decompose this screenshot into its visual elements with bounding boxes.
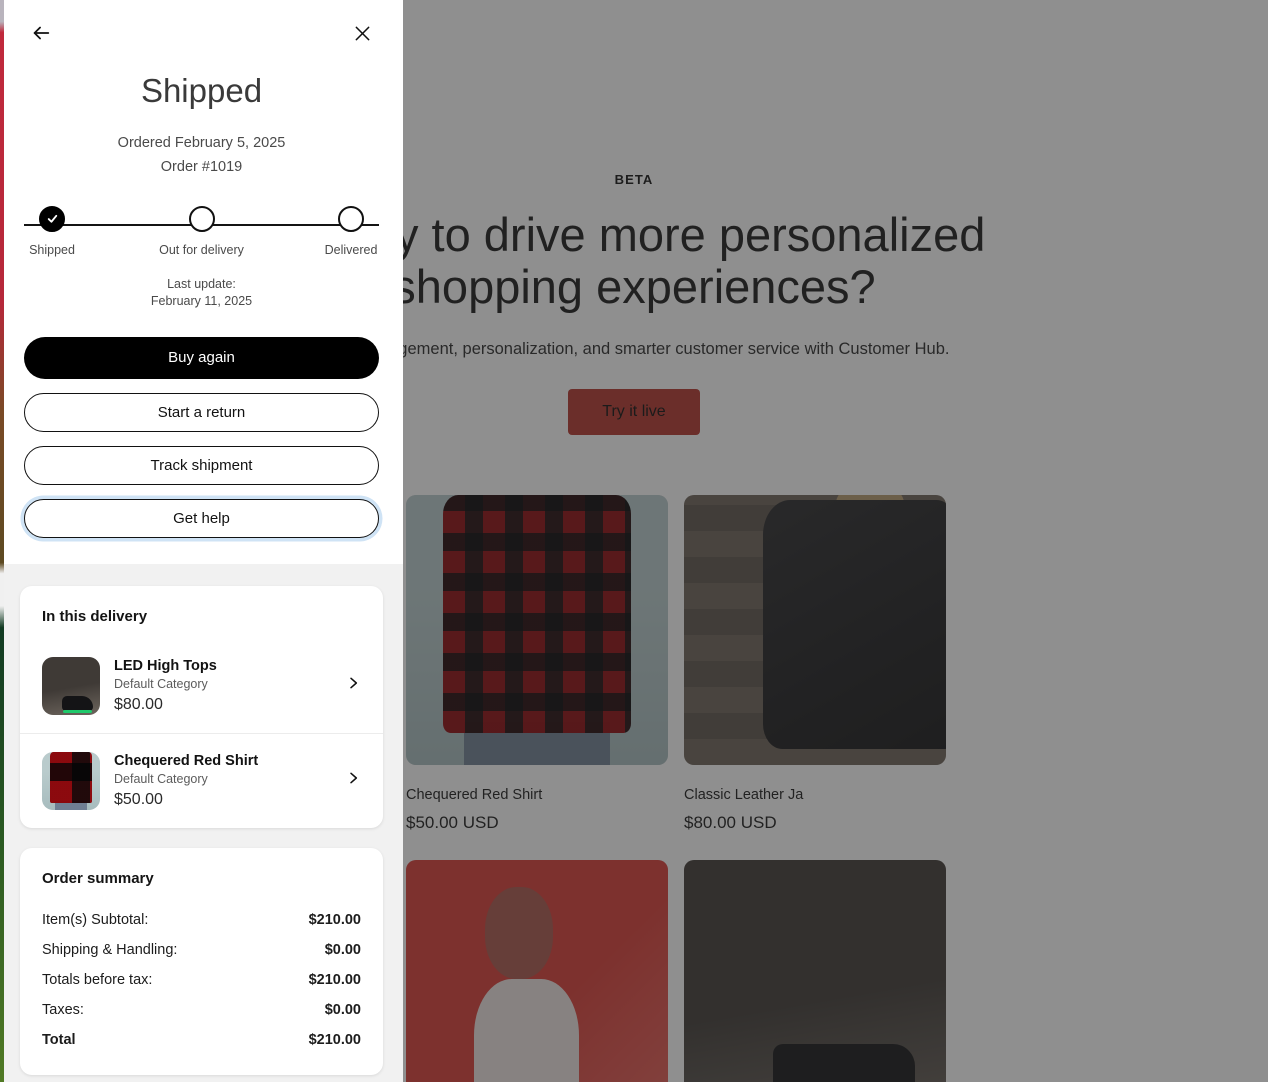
delivery-card-title: In this delivery (42, 607, 148, 625)
last-update-date: February 11, 2025 (150, 294, 253, 309)
order-summary-card: Order summary Item(s) Subtotal: $210.00 … (20, 847, 383, 1075)
summary-label: Taxes: (42, 1001, 84, 1018)
summary-value: $210.00 (308, 971, 361, 988)
item-price: $80.00 (114, 695, 163, 713)
summary-row: Item(s) Subtotal: $210.00 (42, 905, 361, 935)
tracker-dot-completed (39, 205, 65, 232)
close-button[interactable] (345, 16, 379, 50)
panel-header-section: Shipped Ordered February 5, 2025 Order #… (0, 0, 403, 564)
summary-label: Item(s) Subtotal: (42, 911, 149, 928)
item-category: Default Category (114, 771, 208, 786)
summary-row: Totals before tax: $210.00 (42, 965, 361, 995)
summary-row-total: Total $210.00 (42, 1025, 361, 1055)
app-root: BETA Ready to drive more personalized sh… (0, 0, 1268, 1082)
get-help-button[interactable]: Get help (24, 498, 379, 538)
item-info: Chequered Red Shirt Default Category $50… (114, 753, 331, 809)
tracker-step-label: Out for delivery (159, 242, 244, 257)
list-item[interactable]: Chequered Red Shirt Default Category $50… (20, 732, 383, 828)
buy-again-button[interactable]: Buy again (24, 336, 379, 379)
summary-label: Totals before tax: (42, 971, 153, 988)
panel-scroll-body: In this delivery LED High Tops Default C… (0, 563, 403, 1082)
summary-value: $210.00 (308, 911, 361, 928)
summary-value: $0.00 (324, 941, 361, 958)
order-date: Ordered February 5, 2025 (117, 135, 286, 151)
accent-edge-stripe (0, 0, 4, 1082)
item-info: LED High Tops Default Category $80.00 (114, 658, 331, 714)
item-thumbnail (42, 656, 100, 715)
item-price: $50.00 (114, 790, 163, 808)
order-meta: Ordered February 5, 2025 Order #1019 (24, 132, 379, 180)
summary-row: Shipping & Handling: $0.00 (42, 935, 361, 965)
back-button[interactable] (24, 16, 58, 50)
item-name: LED High Tops (114, 657, 217, 674)
list-item[interactable]: LED High Tops Default Category $80.00 (20, 639, 383, 733)
chevron-right-icon (345, 770, 367, 791)
order-details-panel: Shipped Ordered February 5, 2025 Order #… (0, 0, 403, 1082)
tracker-dot-pending (188, 205, 215, 232)
summary-value: $210.00 (308, 1031, 361, 1048)
tracker-step-label: Delivered (324, 242, 378, 257)
in-this-delivery-card: In this delivery LED High Tops Default C… (20, 585, 383, 828)
summary-label: Shipping & Handling: (42, 941, 178, 958)
panel-toolbar (24, 0, 379, 66)
arrow-left-icon (33, 26, 50, 40)
summary-value: $0.00 (324, 1001, 361, 1018)
start-return-button[interactable]: Start a return (24, 392, 379, 432)
tracker-step-label: Shipped (29, 242, 75, 257)
item-name: Chequered Red Shirt (114, 752, 259, 769)
item-category: Default Category (114, 676, 208, 691)
order-number: Order #1019 (160, 158, 243, 175)
shipment-progress-tracker: Shipped Out for delivery Delivered (24, 205, 379, 262)
order-status-title: Shipped (140, 72, 263, 109)
check-icon (47, 215, 57, 224)
track-shipment-button[interactable]: Track shipment (24, 445, 379, 485)
delivery-items-list: LED High Tops Default Category $80.00 Ch… (20, 639, 383, 828)
summary-rows: Item(s) Subtotal: $210.00 Shipping & Han… (20, 905, 383, 1055)
summary-label: Total (42, 1031, 76, 1048)
summary-row: Taxes: $0.00 (42, 995, 361, 1025)
last-update-block: Last update: February 11, 2025 (24, 276, 379, 311)
close-icon (355, 26, 369, 40)
tracker-dot-pending (338, 205, 364, 232)
last-update-label: Last update: (167, 276, 236, 291)
item-thumbnail (42, 751, 100, 810)
chevron-right-icon (345, 675, 367, 696)
summary-card-title: Order summary (42, 869, 154, 887)
